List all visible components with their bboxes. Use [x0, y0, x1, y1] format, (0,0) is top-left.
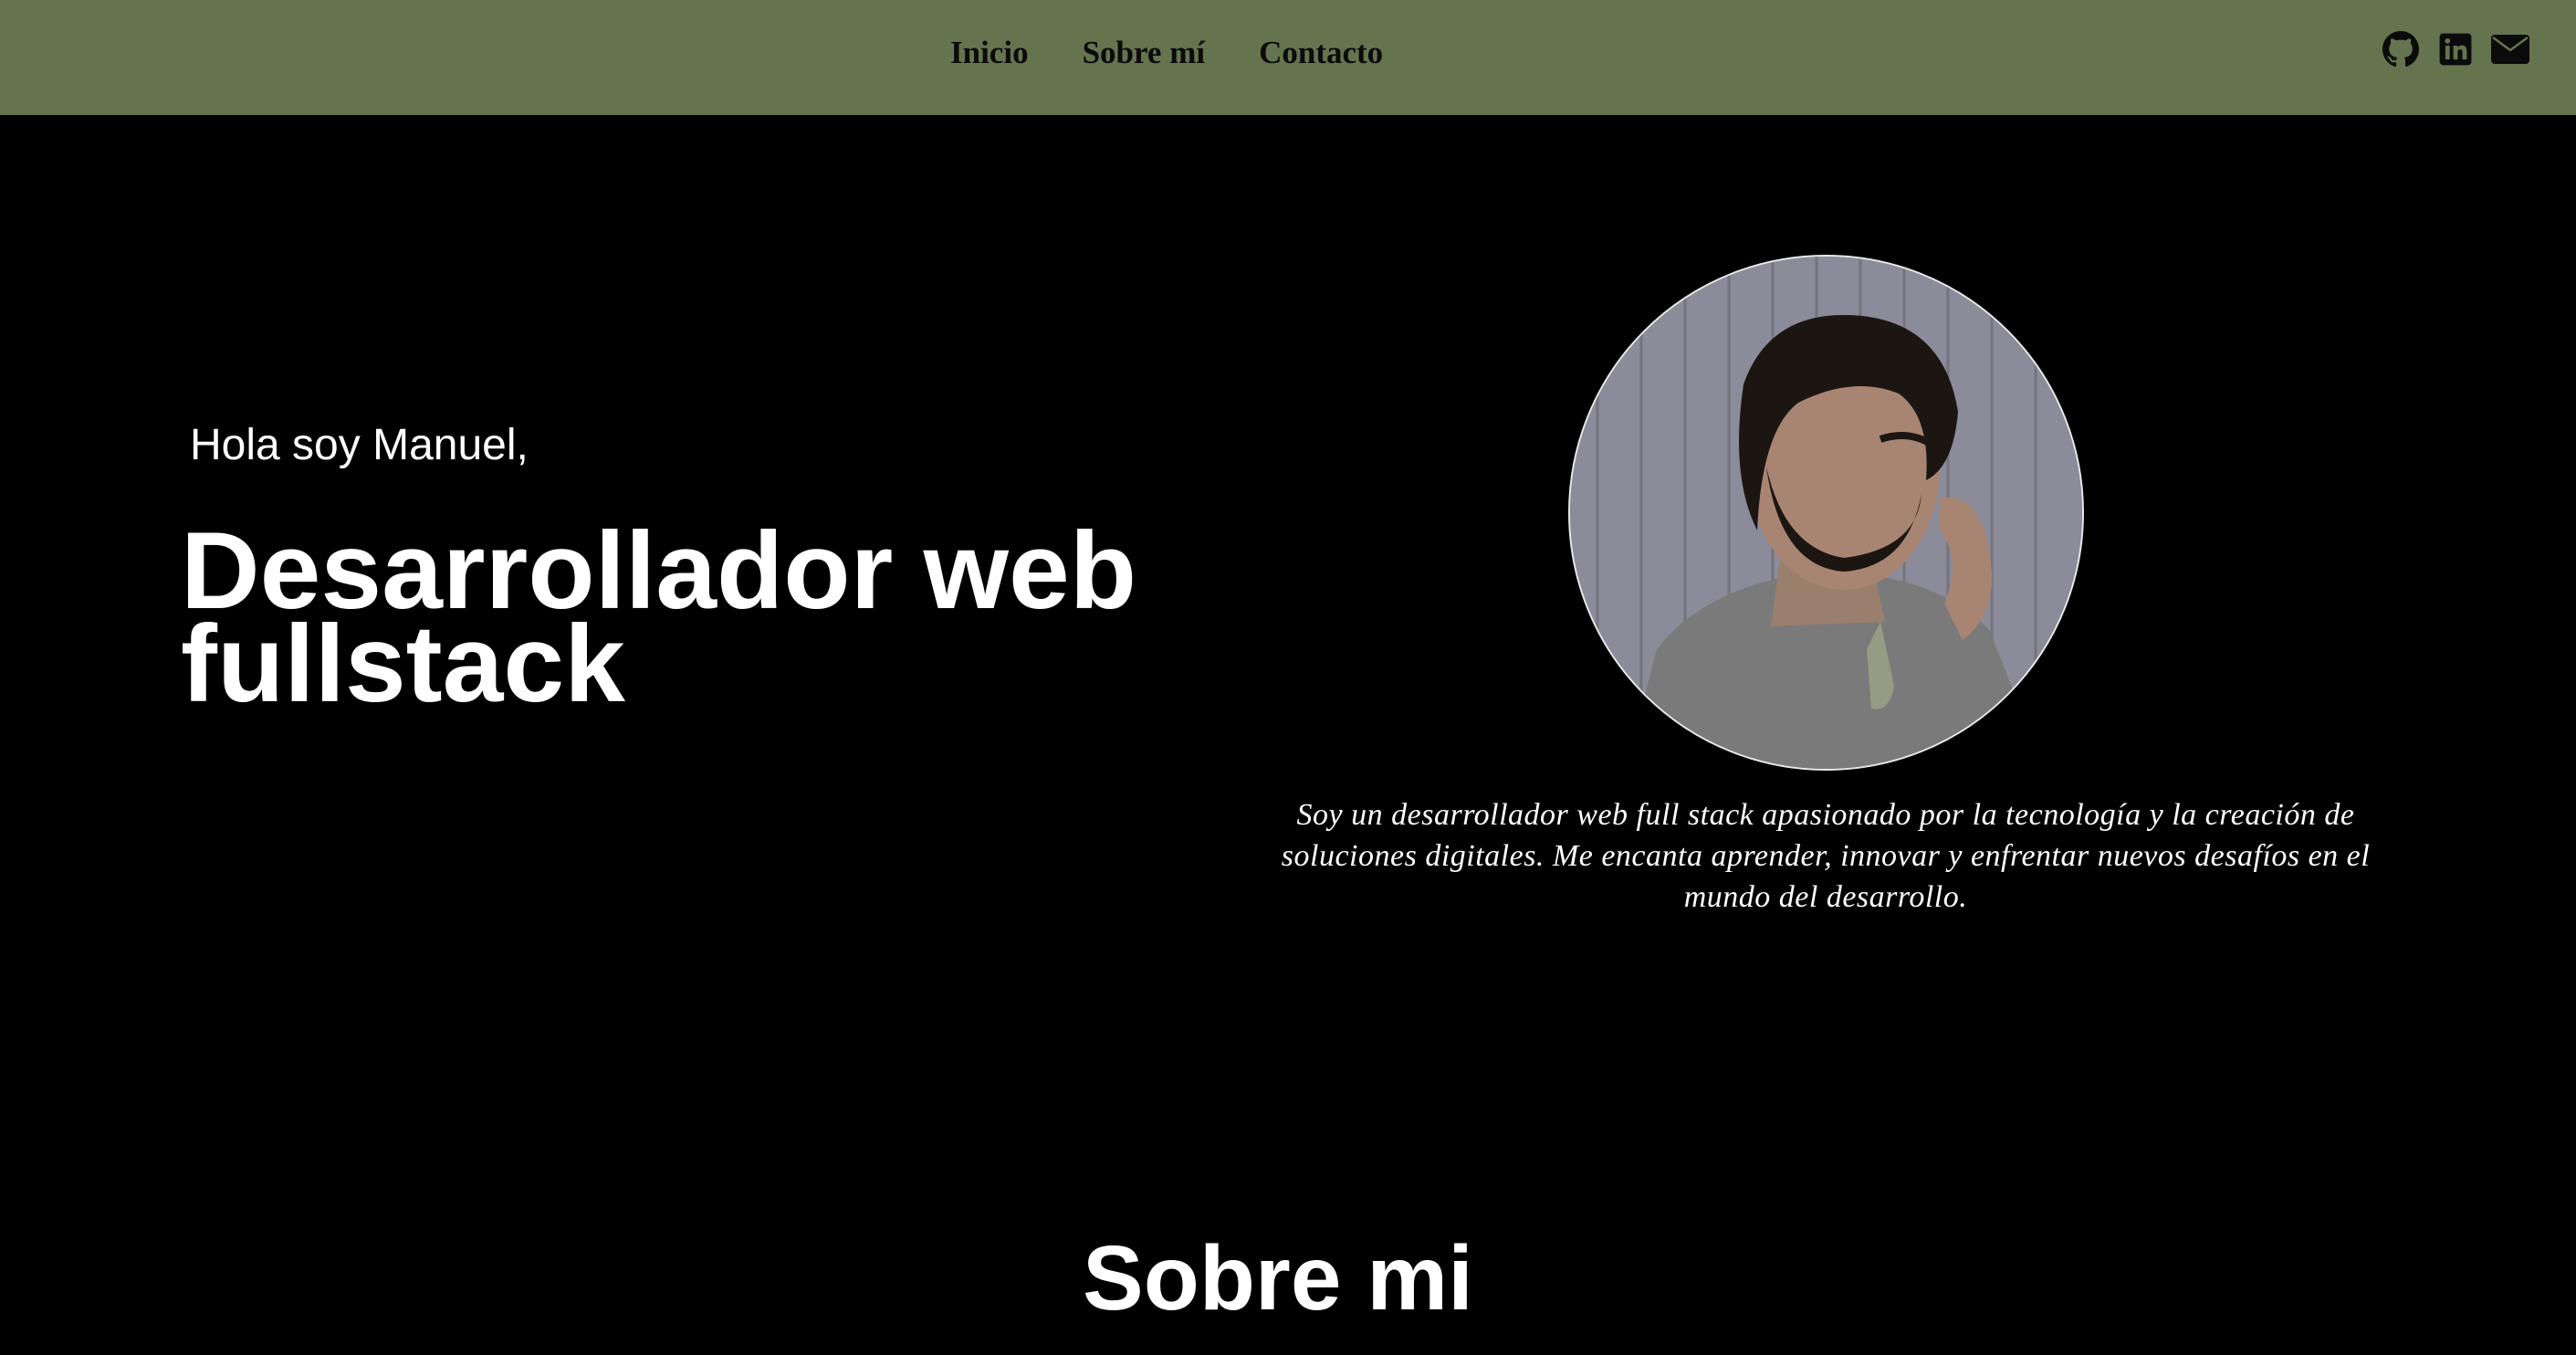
navbar: Inicio Sobre mí Contacto: [0, 0, 2576, 115]
nav-links: Inicio Sobre mí Contacto: [950, 0, 1383, 106]
profile-photo-illustration: [1570, 257, 2082, 769]
mail-icon[interactable]: [2490, 29, 2530, 69]
section-title-sobre-mi: Sobre mi: [1083, 1227, 1473, 1329]
hero-bio: Soy un desarrollador web full stack apas…: [1281, 798, 2371, 914]
profile-photo: [1568, 255, 2084, 771]
nav-link-sobre-mi[interactable]: Sobre mí: [1083, 35, 1206, 71]
hero-title: Desarrollador web fullstack: [181, 509, 1137, 725]
social-icons: [2366, 29, 2530, 69]
nav-link-contacto[interactable]: Contacto: [1259, 35, 1383, 71]
linkedin-icon[interactable]: [2435, 29, 2476, 69]
github-icon[interactable]: [2381, 29, 2421, 69]
hero-greeting: Hola soy Manuel,: [190, 421, 529, 469]
nav-link-inicio[interactable]: Inicio: [950, 35, 1029, 71]
